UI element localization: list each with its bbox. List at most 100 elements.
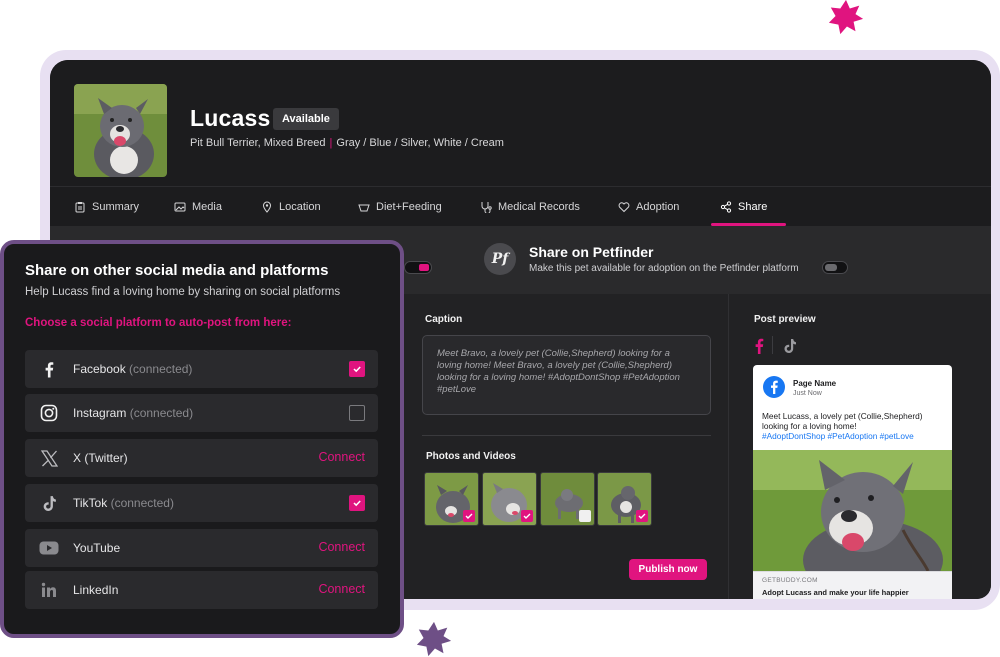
media-thumbnail[interactable] <box>597 472 652 526</box>
status-badge: Available <box>273 108 339 130</box>
platform-label: Instagram (connected) <box>73 406 193 420</box>
petfinder-title: Share on Petfinder <box>529 244 654 260</box>
preview-hashtags: #AdoptDontShop #PetAdoption #petLove <box>762 431 914 441</box>
preview-time: Just Now <box>793 390 822 397</box>
linkedin-icon <box>39 580 59 600</box>
star-decoration-purple <box>416 621 452 657</box>
preview-label: Post preview <box>754 314 816 325</box>
bowl-icon <box>358 204 370 212</box>
tab-label: Location <box>279 201 321 213</box>
tab-summary[interactable]: Summary <box>74 187 139 227</box>
platform-name: LinkedIn <box>73 583 119 597</box>
pet-photo <box>74 84 167 177</box>
platform-row-instagram[interactable]: Instagram (connected) <box>25 394 378 432</box>
preview-link-footer: GETBUDDY.COM Adopt Lucass and make your … <box>753 571 952 599</box>
youtube-icon <box>39 538 59 558</box>
tab-media[interactable]: Media <box>174 187 222 227</box>
preview-tab-divider <box>772 336 773 354</box>
tab-label: Diet+Feeding <box>376 201 442 213</box>
tab-label: Media <box>192 201 222 213</box>
platform-name: Facebook <box>73 362 126 376</box>
tab-label: Medical Records <box>498 201 580 213</box>
pet-breed: Pit Bull Terrier, Mixed Breed <box>190 137 326 149</box>
tab-adoption[interactable]: Adoption <box>618 187 679 227</box>
platform-row-facebook[interactable]: Facebook (connected) <box>25 350 378 388</box>
social-panel-subtitle: Help Lucass find a loving home by sharin… <box>25 286 341 298</box>
platform-row-linkedin[interactable]: LinkedIn Connect <box>25 571 378 609</box>
platform-label: YouTube <box>73 541 120 555</box>
meta-separator: | <box>329 137 333 149</box>
petfinder-logo: Pf <box>484 243 516 275</box>
tab-bar: Summary Media Location Diet+Feeding Medi… <box>50 186 991 226</box>
social-panel-title: Share on other social media and platform… <box>25 262 329 279</box>
heart-icon <box>618 202 630 213</box>
share-toggle[interactable] <box>404 261 432 274</box>
x-twitter-icon <box>39 448 59 468</box>
petfinder-subtitle: Make this pet available for adoption on … <box>529 263 799 274</box>
platform-status: (connected) <box>110 496 174 510</box>
connect-linkedin-link[interactable]: Connect <box>318 582 365 596</box>
tab-location[interactable]: Location <box>261 187 321 227</box>
preview-dog-photo <box>753 450 952 571</box>
clipboard-icon <box>75 202 85 213</box>
platform-row-youtube[interactable]: YouTube Connect <box>25 529 378 567</box>
facebook-checkbox[interactable] <box>349 361 365 377</box>
platform-label: X (Twitter) <box>73 451 128 465</box>
tab-medical-records[interactable]: Medical Records <box>480 187 580 227</box>
choose-platform-label: Choose a social platform to auto-post fr… <box>25 317 292 329</box>
platform-row-x-twitter[interactable]: X (Twitter) Connect <box>25 439 378 477</box>
tab-label: Adoption <box>636 201 680 213</box>
media-check[interactable] <box>636 510 648 522</box>
column-divider <box>728 294 729 599</box>
platform-label: LinkedIn <box>73 583 118 597</box>
preview-domain: GETBUDDY.COM <box>762 577 818 584</box>
share-icon <box>720 201 732 213</box>
tab-label: Summary <box>92 201 140 213</box>
caption-input[interactable]: Meet Bravo, a lovely pet (Collie,Shepher… <box>422 335 711 415</box>
media-check[interactable] <box>521 510 533 522</box>
preview-post-text: Meet Lucass, a lovely pet (Collie,Shephe… <box>762 411 944 441</box>
publish-button[interactable]: Publish now <box>629 559 707 580</box>
platform-name: X (Twitter) <box>73 451 128 465</box>
facebook-logo-icon <box>763 376 785 398</box>
star-decoration-pink <box>828 0 864 35</box>
preview-body: Meet Lucass, a lovely pet (Collie,Shephe… <box>762 411 923 431</box>
connect-x-twitter-link[interactable]: Connect <box>318 450 365 464</box>
platform-label: Facebook (connected) <box>73 362 192 376</box>
facebook-icon[interactable] <box>754 338 764 354</box>
pet-name: Lucass <box>190 105 271 131</box>
tab-label: Share <box>738 201 768 213</box>
tab-diet-feeding[interactable]: Diet+Feeding <box>358 187 442 227</box>
tab-share[interactable]: Share <box>720 187 767 227</box>
media-check[interactable] <box>579 510 591 522</box>
preview-link-title: Adopt Lucass and make your life happier <box>762 588 909 597</box>
platform-status: (connected) <box>129 406 194 420</box>
petfinder-toggle[interactable] <box>822 261 848 274</box>
tiktok-icon[interactable] <box>783 338 797 354</box>
media-thumbnail[interactable] <box>424 472 479 526</box>
media-thumbnail[interactable] <box>482 472 537 526</box>
photos-label: Photos and Videos <box>426 451 516 462</box>
platform-name: YouTube <box>73 541 121 555</box>
stethoscope-icon <box>481 202 492 213</box>
map-pin-icon <box>262 201 272 213</box>
instagram-checkbox[interactable] <box>349 405 365 421</box>
section-divider <box>422 435 711 436</box>
media-check[interactable] <box>463 510 475 522</box>
instagram-icon <box>39 403 59 423</box>
image-icon <box>174 202 186 212</box>
tiktok-checkbox[interactable] <box>349 495 365 511</box>
facebook-icon <box>39 359 59 379</box>
media-thumbnail[interactable] <box>540 472 595 526</box>
platform-row-tiktok[interactable]: TikTok (connected) <box>25 484 378 522</box>
connect-youtube-link[interactable]: Connect <box>318 540 365 554</box>
tiktok-icon <box>39 493 59 513</box>
pet-details: Pit Bull Terrier, Mixed Breed | Gray / Blu… <box>190 137 504 149</box>
platform-name: Instagram <box>73 406 127 420</box>
platform-label: TikTok (connected) <box>73 496 174 510</box>
social-share-panel: Share on other social media and platform… <box>0 240 404 638</box>
platform-name: TikTok <box>73 496 108 510</box>
caption-label: Caption <box>425 314 463 325</box>
platform-status: (connected) <box>129 362 193 376</box>
preview-page-name: Page Name <box>793 379 837 388</box>
